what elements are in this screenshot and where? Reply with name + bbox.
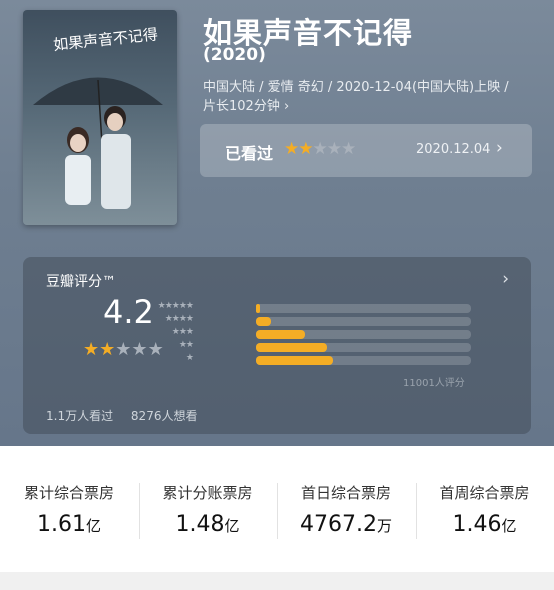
rating-title: 豆瓣评分™ — [46, 274, 116, 290]
box-office-item: 首日综合票房 4767.2万 — [277, 446, 415, 572]
rating-count: 11001人评分 — [403, 378, 465, 389]
chevron-right-icon: › — [496, 138, 503, 158]
rating-bar-track — [256, 356, 471, 365]
user-rating-stars: ★★★★★ — [284, 139, 356, 159]
box-office-value: 1.46亿 — [452, 512, 517, 537]
star-empty-icon: ★ — [312, 139, 328, 159]
rating-bar-track — [256, 304, 471, 313]
rating-bar-fill — [256, 330, 306, 339]
watched-status-card[interactable]: 已看过 ★★★★★ 2020.12.04 › — [200, 124, 532, 177]
rating-bar-fill — [256, 317, 272, 326]
svg-text:如果声音不记得: 如果声音不记得 — [52, 25, 158, 54]
bottom-strip — [0, 572, 554, 590]
rating-bar-fill — [256, 356, 334, 365]
column-divider — [277, 483, 278, 539]
box-office-unit: 亿 — [85, 517, 101, 535]
star-level-icon: ★★★ — [171, 327, 194, 337]
rating-bar-fill — [256, 343, 327, 352]
rating-bar-track — [256, 330, 471, 339]
star-filled-icon: ★ — [99, 339, 116, 360]
box-office-value: 1.61亿 — [37, 512, 101, 537]
movie-header: 如果声音不记得 如果声音不记得 (2020) 中国大陆 / 爱情 奇幻 / 20… — [0, 0, 554, 446]
box-office-value: 4767.2万 — [300, 512, 392, 537]
rating-bar-track — [256, 343, 471, 352]
star-level-icon: ★★ — [178, 340, 194, 350]
rating-footer: 1.1万人看过 8276人想看 — [46, 407, 211, 424]
box-office-item: 累计综合票房 1.61亿 — [0, 446, 138, 572]
star-level-icon: ★★★★ — [164, 314, 194, 324]
seen-count[interactable]: 1.1万人看过 — [46, 409, 113, 423]
movie-meta[interactable]: 中国大陆 / 爱情 奇幻 / 2020-12-04(中国大陆)上映 / 片长10… — [203, 78, 523, 116]
box-office-unit: 亿 — [501, 517, 517, 535]
chevron-right-icon[interactable]: › — [502, 269, 509, 289]
column-divider — [138, 483, 140, 539]
column-divider — [415, 483, 417, 539]
star-empty-icon: ★ — [326, 139, 342, 159]
box-office-label: 首周综合票房 — [439, 484, 530, 502]
poster-illustration: 如果声音不记得 — [33, 25, 163, 209]
star-filled-icon: ★ — [284, 139, 299, 159]
star-filled-icon: ★ — [83, 339, 100, 360]
star-filled-icon: ★ — [298, 139, 313, 159]
box-office-unit: 亿 — [224, 517, 240, 535]
box-office-label: 累计分账票房 — [162, 484, 253, 502]
star-level-icon: ★★★★★ — [157, 301, 194, 311]
rating-bar-fill — [256, 304, 261, 313]
box-office-item: 累计分账票房 1.48亿 — [139, 446, 277, 572]
box-office-unit: 万 — [376, 517, 392, 535]
want-count[interactable]: 8276人想看 — [131, 409, 198, 423]
rating-score: 4.2 — [103, 293, 154, 331]
star-empty-icon: ★ — [115, 339, 132, 360]
star-level-icon: ★ — [185, 353, 194, 363]
box-office-panel: 累计综合票房 1.61亿 累计分账票房 1.48亿 首日综合票房 4767.2万 首周综合票… — [0, 446, 554, 572]
rating-bar-track — [256, 317, 471, 326]
box-office-value: 1.48亿 — [175, 512, 240, 537]
movie-poster[interactable]: 如果声音不记得 — [23, 10, 177, 225]
douban-rating-card[interactable]: 豆瓣评分™ › 4.2 ★★★★★ ★★★★★ ★★★★ ★★★ ★★ ★ 11001人… — [23, 257, 531, 434]
movie-year: (2020) — [203, 45, 266, 65]
watched-date: 2020.12.04 — [416, 142, 491, 157]
star-empty-icon: ★ — [341, 139, 356, 159]
box-office-label: 首日综合票房 — [300, 484, 391, 502]
watched-label: 已看过 — [225, 144, 274, 163]
box-office-item: 首周综合票房 1.46亿 — [416, 446, 554, 572]
box-office-label: 累计综合票房 — [23, 484, 114, 502]
